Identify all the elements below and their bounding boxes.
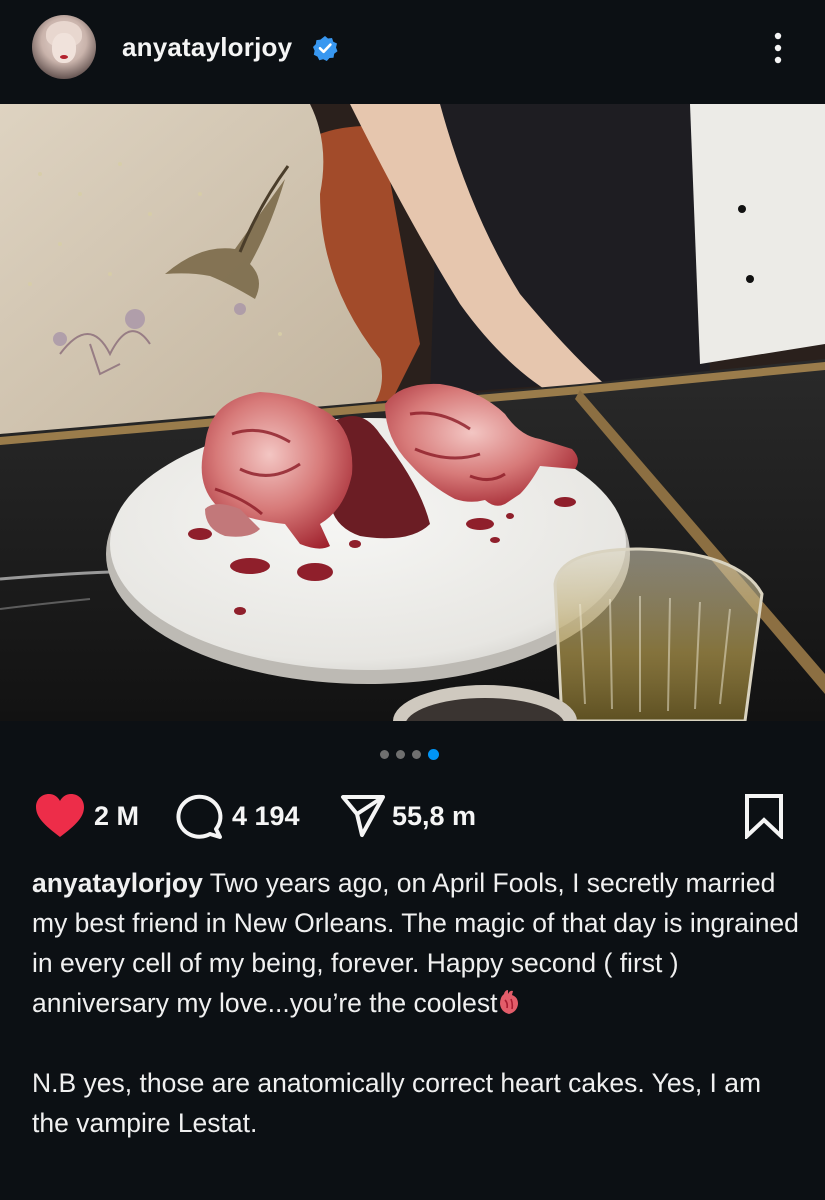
send-paper-plane-icon[interactable] bbox=[340, 793, 386, 839]
carousel-indicator bbox=[0, 745, 825, 765]
caption-username[interactable]: anyataylorjoy bbox=[32, 868, 203, 898]
comment-bubble-icon[interactable] bbox=[172, 793, 224, 841]
post-caption: anyataylorjoy Two years ago, on April Fo… bbox=[32, 863, 802, 1143]
verified-badge-icon bbox=[313, 36, 338, 61]
post-action-bar: 2 M 4 194 55,8 m bbox=[0, 785, 825, 845]
likes-count[interactable]: 2 M bbox=[94, 801, 139, 832]
caption-gap bbox=[32, 1023, 802, 1063]
avatar-lips bbox=[60, 55, 68, 59]
anatomical-heart-icon bbox=[500, 990, 519, 1014]
post-header: anyataylorjoy bbox=[0, 0, 825, 104]
avatar[interactable] bbox=[32, 15, 96, 79]
post-username[interactable]: anyataylorjoy bbox=[122, 32, 292, 63]
post-photo[interactable] bbox=[0, 104, 825, 721]
caption-paragraph: anyataylorjoy Two years ago, on April Fo… bbox=[32, 863, 802, 1023]
carousel-dot bbox=[396, 750, 405, 759]
carousel-dot-active bbox=[428, 749, 439, 760]
carousel-dot bbox=[380, 750, 389, 759]
caption-paragraph: N.B yes, those are anatomically correct … bbox=[32, 1068, 762, 1138]
carousel-dot bbox=[412, 750, 421, 759]
more-vertical-icon[interactable] bbox=[766, 28, 790, 68]
post-photo-image bbox=[0, 104, 825, 721]
bookmark-icon[interactable] bbox=[743, 793, 785, 839]
shares-count[interactable]: 55,8 m bbox=[392, 801, 476, 832]
comments-count[interactable]: 4 194 bbox=[232, 801, 300, 832]
heart-filled-icon[interactable] bbox=[34, 793, 86, 839]
